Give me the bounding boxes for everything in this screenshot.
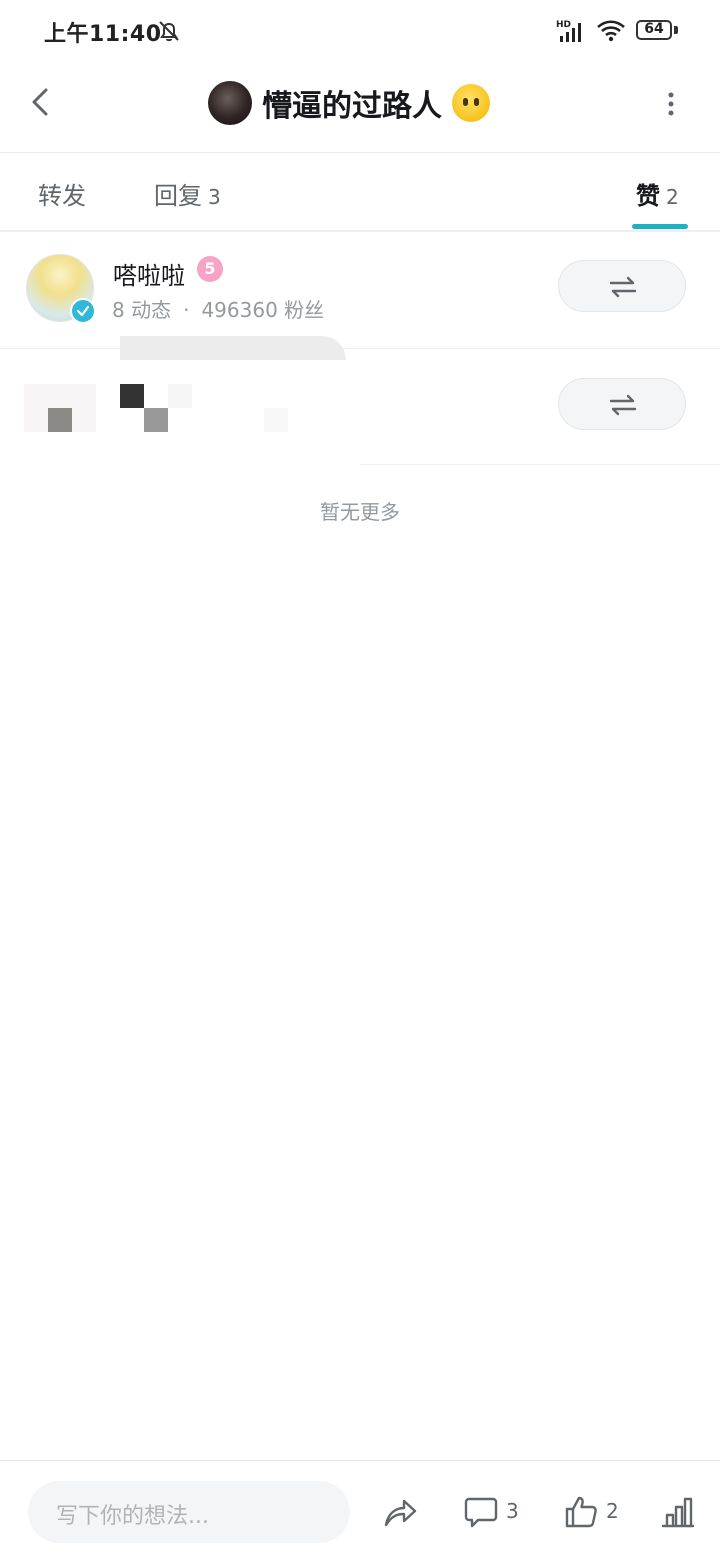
comment-count: 3 bbox=[506, 1499, 519, 1523]
tab-like-count: 2 bbox=[666, 185, 679, 209]
follow-toggle-button[interactable] bbox=[558, 260, 686, 312]
stats-separator: · bbox=[183, 298, 190, 322]
list-item[interactable] bbox=[0, 348, 720, 465]
user-post-count: 8 动态 bbox=[112, 298, 172, 322]
obscured-pixel bbox=[264, 408, 288, 432]
comment-icon[interactable] bbox=[464, 1495, 498, 1529]
like-count: 2 bbox=[606, 1499, 619, 1523]
interaction-tabs: 转发 回复 3 赞2 bbox=[0, 154, 720, 232]
tab-like[interactable]: 赞2 bbox=[636, 176, 679, 211]
status-bar: 上午11:40 HD 64 bbox=[0, 0, 720, 64]
obscured-pixel bbox=[144, 408, 168, 432]
tab-like-label: 赞 bbox=[636, 182, 660, 210]
follow-toggle-button[interactable] bbox=[558, 378, 686, 430]
swap-arrows-icon bbox=[609, 394, 637, 416]
share-icon[interactable] bbox=[382, 1495, 418, 1529]
obscured-pixel bbox=[168, 384, 192, 408]
bell-muted-icon bbox=[159, 21, 179, 42]
tab-reply-count: 3 bbox=[208, 185, 221, 209]
active-tab-indicator bbox=[632, 224, 688, 229]
post-author[interactable]: 懵逼的过路人 bbox=[208, 78, 490, 128]
status-time: 上午11:40 bbox=[44, 22, 162, 47]
user-stats: 8 动态 · 496360 粉丝 bbox=[112, 294, 324, 323]
more-options-icon[interactable] bbox=[664, 90, 678, 118]
divider bbox=[360, 464, 720, 465]
list-item[interactable]: 嗒啦啦 5 8 动态 · 496360 粉丝 bbox=[0, 232, 720, 349]
obscured-pixel bbox=[48, 408, 72, 432]
tab-forward[interactable]: 转发 bbox=[38, 176, 86, 211]
battery-icon: 64 bbox=[636, 20, 680, 44]
obscured-pixel bbox=[120, 384, 144, 408]
page-title: 懵逼的过路人 bbox=[262, 89, 442, 124]
wifi-icon bbox=[597, 20, 625, 42]
cellular-signal-icon: HD bbox=[556, 20, 581, 42]
user-level-badge: 5 bbox=[197, 256, 223, 282]
tab-reply[interactable]: 回复 3 bbox=[154, 176, 221, 211]
battery-level: 64 bbox=[644, 21, 664, 37]
verified-badge-icon bbox=[70, 298, 96, 324]
neutral-face-emoji-icon bbox=[452, 84, 490, 122]
user-fan-count: 496360 粉丝 bbox=[201, 298, 325, 322]
tab-forward-label: 转发 bbox=[38, 182, 86, 210]
comment-input[interactable]: 写下你的想法... bbox=[28, 1481, 350, 1543]
thumbs-up-icon[interactable] bbox=[564, 1495, 598, 1529]
top-nav-bar: 懵逼的过路人 bbox=[0, 64, 720, 153]
back-arrow-icon[interactable] bbox=[24, 84, 60, 120]
list-end-text: 暂无更多 bbox=[320, 500, 400, 524]
network-type: HD bbox=[556, 20, 571, 30]
bottom-action-bar: 写下你的想法... 3 2 bbox=[0, 1460, 720, 1561]
stats-chart-icon[interactable] bbox=[660, 1495, 696, 1529]
user-name[interactable]: 嗒啦啦 bbox=[113, 256, 185, 291]
swap-arrows-icon bbox=[609, 276, 637, 298]
comment-input-placeholder: 写下你的想法... bbox=[56, 1504, 209, 1529]
tab-reply-label: 回复 bbox=[154, 182, 202, 210]
author-avatar[interactable] bbox=[208, 81, 252, 125]
